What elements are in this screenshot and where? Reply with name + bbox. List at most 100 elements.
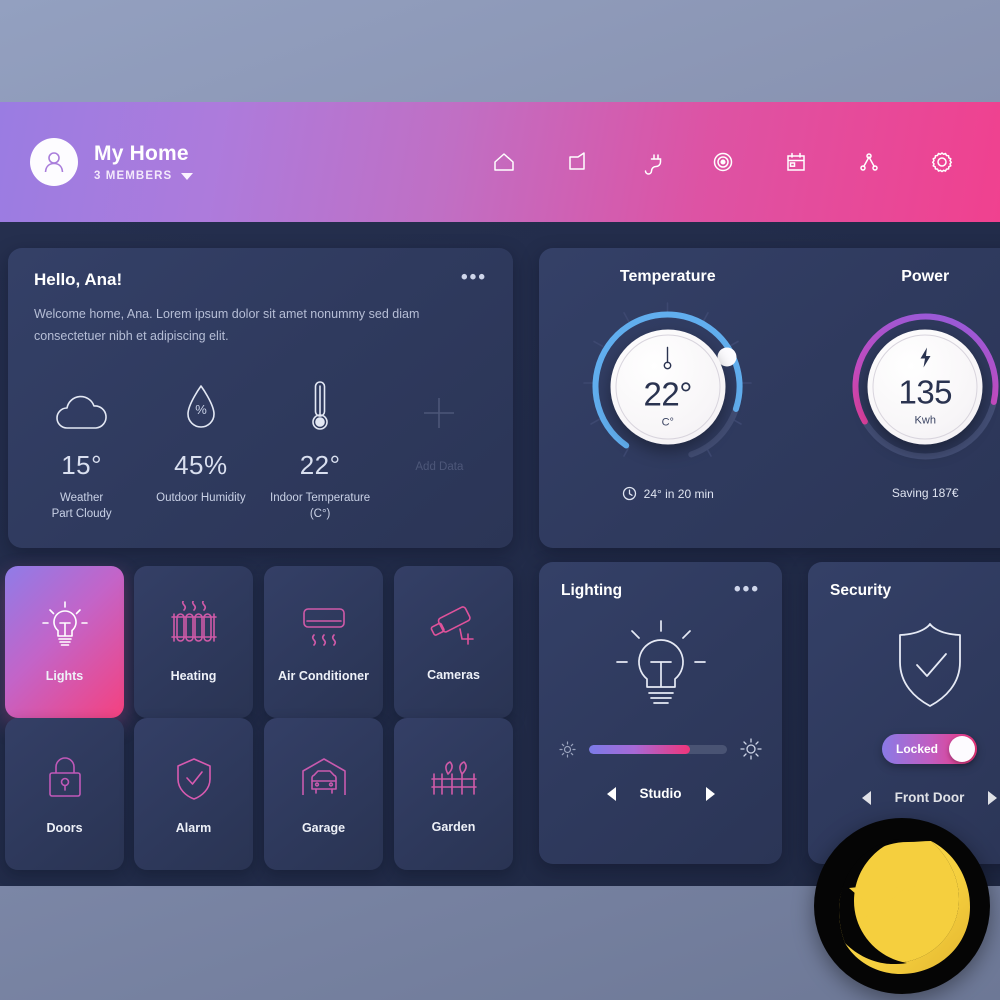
tile-label: Garden [431,820,476,834]
power-readout: 135 Kwh [867,329,983,444]
page-title: My Home [94,141,189,165]
gauge-footer-text: Saving 187€ [891,486,959,500]
power-saving: Saving 187€ [797,486,1000,500]
lock-toggle[interactable]: Locked [882,734,977,764]
selected-room: Studio [639,786,682,801]
temperature-forecast: 24° in 20 min [539,486,797,501]
stat-add-data[interactable]: Add Data [380,378,499,523]
night-mode-badge[interactable] [814,818,990,994]
garden-fence-icon [430,761,477,795]
shield-check-icon [176,758,211,800]
lock-toggle-label: Locked [896,742,939,756]
selected-device: Front Door [894,790,965,805]
stats-row: 15° Weather Part Cloudy % 45% Outdoor Hu… [8,348,513,523]
thermometer-icon [305,378,335,436]
stat-label: Outdoor Humidity [156,491,246,504]
stat-label: Weather [59,491,104,504]
stat-value: 22° [299,449,341,480]
toggle-knob[interactable] [949,736,975,762]
tile-label: Lights [45,669,84,683]
shield-check-icon [808,602,1000,730]
brightness-high-icon [740,738,762,760]
tile-label: Air Conditioner [278,669,369,683]
tile-label: Alarm [175,821,212,835]
stat-sublabel: Part Cloudy [51,508,112,521]
nav-calendar-icon[interactable] [780,146,812,178]
stat-sublabel: (C°) [309,508,331,521]
user-avatar-icon [44,152,64,173]
main-nav [488,146,970,178]
nav-home-icon[interactable] [488,146,520,178]
tile-cameras[interactable]: Cameras [394,566,513,718]
tile-heating[interactable]: Heating [134,566,253,718]
tile-label: Heating [170,669,217,683]
chevron-down-icon[interactable] [181,172,194,180]
room-selector[interactable]: Studio [539,786,782,801]
gauge-footer-text: 24° in 20 min [643,486,714,501]
brightness-track[interactable] [589,744,727,754]
temperature-readout: 22° C° [610,329,726,444]
arrow-left-icon[interactable] [861,790,871,805]
tile-doors[interactable]: Doors [5,718,124,870]
arrow-right-icon[interactable] [705,786,715,801]
humidity-drop-icon: % [179,378,223,436]
thermometer-icon [661,345,675,376]
gauge-value: 22° [643,375,693,413]
stat-indoor-temp[interactable]: 22° Indoor Temperature (C°) [261,378,380,523]
gauge-title: Power [901,268,950,285]
padlock-icon [48,757,81,797]
members-count: 3 MEMBERS [94,170,173,183]
nav-network-icon[interactable] [853,146,885,178]
lighting-card: Lighting ••• Studio [539,562,782,864]
lightning-bolt-icon [917,347,933,374]
nav-rooms-icon[interactable] [561,146,593,178]
stat-weather[interactable]: 15° Weather Part Cloudy [22,378,141,523]
welcome-card: Hello, Ana! ••• Welcome home, Ana. Lorem… [8,248,513,548]
security-camera-icon [430,606,474,645]
lightbulb-icon [41,601,88,646]
more-options-icon[interactable]: ••• [734,580,760,599]
tile-alarm[interactable]: Alarm [134,718,253,870]
brightness-slider[interactable] [539,738,782,760]
tile-air-conditioner[interactable]: Air Conditioner [264,566,383,718]
nav-plug-icon[interactable] [634,146,666,178]
crescent-moon-stars-icon [839,839,970,974]
stat-value: 45% [174,449,228,480]
gauge-unit: Kwh [914,414,936,427]
app-header: My Home 3 MEMBERS [0,102,1000,222]
gauge-value: 135 [898,373,953,411]
stat-label: Add Data [415,460,464,473]
tile-label: Cameras [427,668,480,682]
air-conditioner-icon [302,608,345,646]
tile-garden[interactable]: Garden [394,718,513,870]
cloud-icon [51,378,113,436]
arrow-right-icon[interactable] [988,790,998,805]
welcome-message: Welcome home, Ana. Lorem ipsum dolor sit… [34,307,420,343]
nav-gear-icon[interactable] [926,146,958,178]
brightness-fill [589,744,690,754]
security-title: Security [830,582,892,599]
avatar[interactable] [30,138,78,186]
stat-humidity[interactable]: % 45% Outdoor Humidity [141,378,260,523]
stat-label: Indoor Temperature [270,491,371,504]
tile-garage[interactable]: Garage [264,718,383,870]
power-gauge: Power 135 Kwh Saving 187€ [797,248,1000,548]
tile-label: Doors [46,821,83,835]
brightness-low-icon [559,740,576,758]
more-options-icon[interactable]: ••• [461,268,487,287]
garage-car-icon [301,758,346,795]
plus-icon [416,378,462,436]
arrow-left-icon[interactable] [606,786,616,801]
gauges-card: Temperature 22° C° 24° in 20 min Power 1… [539,248,1000,548]
home-selector[interactable]: My Home 3 MEMBERS [30,138,194,186]
tile-lights[interactable]: Lights [5,566,124,718]
gauge-title: Temperature [619,268,716,285]
nav-target-icon[interactable] [707,146,739,178]
lightbulb-glow-icon [539,604,782,734]
clock-icon [622,486,636,501]
lighting-title: Lighting [561,582,623,599]
device-selector[interactable]: Front Door [808,790,1000,805]
radiator-icon [170,601,217,642]
svg-text:%: % [195,402,207,417]
stat-value: 15° [61,449,103,480]
